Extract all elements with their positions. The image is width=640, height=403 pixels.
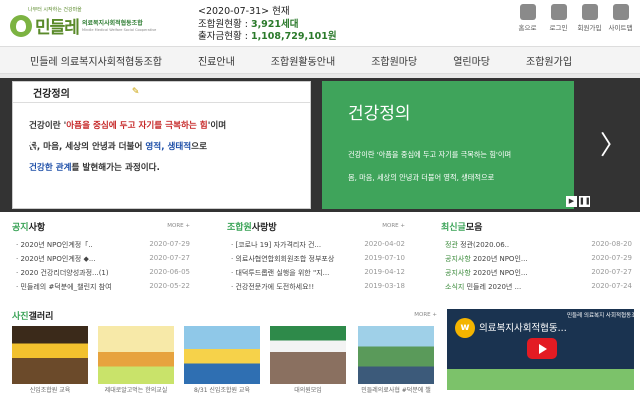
nav-join[interactable]: 조합원가입 bbox=[526, 53, 572, 68]
nav-open[interactable]: 열린마당 bbox=[453, 53, 490, 68]
list-item[interactable]: · 대덕투드롭랜 실행을 위한 "지... 2019-04-12 bbox=[227, 266, 405, 280]
pause-icon[interactable]: ❚❚ bbox=[579, 196, 591, 207]
gallery-title: 사진갤러리 MORE + bbox=[12, 312, 437, 322]
logo-eng: Mindle Medical Welfare Social Cooperativ… bbox=[82, 28, 157, 32]
main-nav: 민들레 의료복지사회적협동조합 진료안내 조합원활동안내 조합원마당 열린마당 … bbox=[0, 46, 640, 74]
list-item[interactable]: · [코로나 19] 자가격리자 건... 2020-04-02 bbox=[227, 238, 405, 252]
gallery-more-link[interactable]: MORE + bbox=[414, 312, 437, 318]
lock-icon bbox=[550, 4, 567, 20]
home-icon bbox=[519, 4, 536, 20]
members-more-link[interactable]: MORE + bbox=[382, 223, 405, 229]
user-icon bbox=[581, 4, 598, 20]
channel-logo-icon: w bbox=[455, 318, 475, 338]
pencil-icon: ✎ bbox=[131, 87, 140, 97]
members-panel: 조합원사랑방 MORE + · [코로나 19] 자가격리자 건... 2020-0… bbox=[227, 220, 405, 294]
members-title: 조합원사랑방 MORE + bbox=[227, 223, 405, 233]
dandelion-logo-icon bbox=[10, 15, 32, 37]
notice-more-link[interactable]: MORE + bbox=[167, 223, 190, 229]
nav-about[interactable]: 민들레 의료복지사회적협동조합 bbox=[30, 53, 162, 68]
gallery-thumb[interactable] bbox=[98, 326, 174, 384]
main-banner: 건강정의 ✎ 건강이란 '아픔을 중심에 두고 자기를 극복하는 힘'이며 몸, … bbox=[0, 78, 640, 212]
list-item[interactable]: 소식지 민들레 2020년 ... 2020-07-24 bbox=[441, 280, 632, 294]
gallery-caption[interactable]: 제대로알고먹는 한의교실 bbox=[98, 385, 174, 394]
sitemap-icon bbox=[612, 4, 629, 20]
play-icon[interactable]: ▶ bbox=[566, 196, 577, 207]
home-link[interactable]: 홈으로 bbox=[512, 4, 543, 32]
video-footer bbox=[447, 369, 634, 390]
logo-name: 민들레 bbox=[35, 18, 80, 38]
nav-members[interactable]: 조합원마당 bbox=[371, 53, 417, 68]
list-item[interactable]: · 2020년 NPO인계정「.. 2020-07-29 bbox=[12, 238, 190, 252]
board-panels: 공지사항 MORE + · 2020년 NPO인계정「.. 2020-07-29 ·… bbox=[0, 212, 640, 306]
notice-title: 공지사항 MORE + bbox=[12, 223, 190, 233]
gallery-thumb[interactable] bbox=[12, 326, 88, 384]
gallery-caption[interactable]: 8/31 신입조합원 교육 bbox=[184, 385, 260, 394]
banner-text: 건강이란 '아픔을 중심에 두고 자기를 극복하는 힘'이며 몸, 마음, 세상… bbox=[348, 150, 512, 182]
list-item[interactable]: 공지사항 2020년 NPO인... 2020-07-29 bbox=[441, 252, 632, 266]
sitemap-link[interactable]: 사이트맵 bbox=[605, 4, 636, 32]
utility-menu: 홈으로 로그인 회원가입 사이트맵 bbox=[512, 4, 636, 32]
signup-link[interactable]: 회원가입 bbox=[574, 4, 605, 32]
logo[interactable]: 나부터 시작하는 건강마을 민들레 의료복지사회적협동조합 Mindle Med… bbox=[10, 6, 156, 42]
next-arrow-icon[interactable]: 〉 bbox=[600, 133, 626, 159]
list-item[interactable]: 정관 정관(2020.06.. 2020-08-20 bbox=[441, 238, 632, 252]
list-item[interactable]: · 2020 건강리더양성과정...(1) 2020-06-05 bbox=[12, 266, 190, 280]
list-item[interactable]: · 민들레의 #덕분에_챌린지 참여 2020-05-22 bbox=[12, 280, 190, 294]
gallery-caption[interactable]: 신입조합원 교육 bbox=[12, 385, 88, 394]
list-item[interactable]: · 의료사협연합회회원조합 정부포상 2019-07-10 bbox=[227, 252, 405, 266]
header: 나부터 시작하는 건강마을 민들레 의료복지사회적협동조합 Mindle Med… bbox=[0, 0, 640, 46]
latest-panel: 최신글모음 정관 정관(2020.06.. 2020-08-20 공지사항 202… bbox=[441, 220, 632, 294]
gallery-caption[interactable]: 대의원모임 bbox=[270, 385, 346, 394]
card-body: 건강이란 '아픔을 중심에 두고 자기를 극복하는 힘'이며 몸, 마음, 세상… bbox=[29, 121, 227, 173]
stats-capital: 출자금현황 : 1,108,729,101원 bbox=[198, 31, 337, 42]
nav-activities[interactable]: 조합원활동안내 bbox=[271, 53, 335, 68]
logo-tagline: 나부터 시작하는 건강마을 bbox=[28, 7, 82, 13]
youtube-play-icon[interactable] bbox=[527, 338, 557, 359]
stats-members: 조합원현황 : 3,921세대 bbox=[198, 18, 299, 30]
member-stats: <2020-07-31> 현재 조합원현황 : 3,921세대 출자금현황 : … bbox=[198, 6, 337, 44]
video-title: 의료복지사회적협동... bbox=[479, 323, 567, 334]
gallery-thumb[interactable] bbox=[358, 326, 434, 384]
stats-date: <2020-07-31> 현재 bbox=[198, 6, 290, 17]
gallery-thumb[interactable] bbox=[184, 326, 260, 384]
video-subtitle: 민들레 의료복지 사회적협동조합 bbox=[567, 313, 634, 319]
photo-gallery: 사진갤러리 MORE + 신입조합원 교육 제대로알고먹는 한의교실 8/31 신… bbox=[0, 306, 640, 396]
banner-text-panel: 건강정의 건강이란 '아픔을 중심에 두고 자기를 극복하는 힘'이며 몸, 마… bbox=[322, 81, 574, 209]
login-link[interactable]: 로그인 bbox=[543, 4, 574, 32]
banner-title: 건강정의 bbox=[348, 104, 411, 124]
list-item[interactable]: 공지사항 2020년 NPO인... 2020-07-27 bbox=[441, 266, 632, 280]
latest-title: 최신글모음 bbox=[441, 223, 483, 233]
list-item[interactable]: · 건강전문가에 도전하세요!! 2019-03-18 bbox=[227, 280, 405, 294]
card-header: 건강정의 ✎ bbox=[13, 82, 310, 103]
list-item[interactable]: · 2020년 NPO인계정 ◆... 2020-07-27 bbox=[12, 252, 190, 266]
health-definition-card: 건강정의 ✎ 건강이란 '아픔을 중심에 두고 자기를 극복하는 힘'이며 몸, … bbox=[12, 81, 311, 209]
video-player[interactable]: 민들레 의료복지 사회적협동조합 w 의료복지사회적협동... bbox=[447, 309, 634, 390]
logo-org: 의료복지사회적협동조합 bbox=[82, 20, 143, 27]
gallery-thumb[interactable] bbox=[270, 326, 346, 384]
nav-clinic[interactable]: 진료안내 bbox=[198, 53, 235, 68]
gallery-caption[interactable]: 민들레의료사협 #덕분에 챌 bbox=[358, 385, 434, 394]
notice-panel: 공지사항 MORE + · 2020년 NPO인계정「.. 2020-07-29 ·… bbox=[12, 220, 190, 294]
prev-arrow-icon[interactable]: 〈 bbox=[14, 133, 40, 159]
